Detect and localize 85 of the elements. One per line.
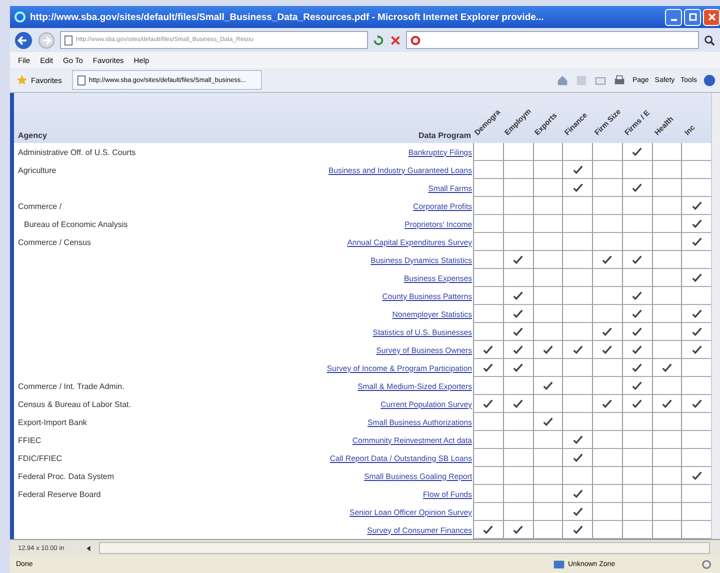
agency-cell-text: Commerce / Int. Trade Admin. [17, 380, 126, 392]
home-icon[interactable] [556, 74, 570, 86]
agency-cell-text: Bureau of Economic Analysis [23, 218, 129, 231]
column-header: Data Program [418, 131, 471, 142]
print-icon[interactable] [613, 74, 626, 86]
check-icon [692, 237, 702, 246]
agency-cell-text: Census & Bureau of Labor Stat. [17, 398, 132, 410]
check-icon [572, 507, 583, 516]
check-icon [513, 255, 524, 264]
search-icon[interactable] [703, 34, 716, 46]
check-icon [632, 183, 642, 192]
scrollbar[interactable] [99, 542, 710, 554]
check-icon [572, 183, 583, 192]
check-icon [692, 345, 702, 354]
agency-cell-text: Export-Import Bank [17, 416, 88, 429]
scroll-left-icon[interactable] [84, 544, 93, 552]
back-icon[interactable] [14, 30, 33, 50]
help-icon[interactable] [703, 74, 716, 86]
check-icon [513, 327, 524, 336]
check-icon [602, 327, 612, 336]
check-icon [632, 291, 642, 300]
agency-cell-text: Federal Proc. Data System [17, 470, 116, 483]
check-icon [662, 399, 672, 408]
minimize-icon [670, 19, 676, 21]
check-icon [602, 399, 612, 408]
agency-cell-text: Commerce / Census [17, 236, 92, 248]
check-icon [513, 363, 524, 372]
check-icon [692, 399, 702, 408]
check-icon [632, 381, 642, 390]
check-icon [542, 417, 553, 426]
check-icon [513, 345, 524, 354]
agency-cell-text: FFIEC [17, 434, 42, 446]
check-icon [692, 471, 702, 480]
check-icon [632, 399, 642, 408]
check-icon [692, 201, 702, 210]
check-icon [692, 309, 702, 318]
check-icon [632, 363, 642, 372]
check-icon [572, 453, 583, 462]
scrollbar[interactable] [711, 93, 720, 539]
close-icon [706, 12, 716, 22]
check-icon [572, 489, 583, 498]
check-icon [513, 525, 524, 534]
page-icon [64, 34, 73, 46]
agency-cell-text: FDIC/FFIEC [17, 452, 63, 464]
check-icon [632, 345, 642, 354]
refresh-icon[interactable] [372, 34, 385, 46]
check-icon [572, 435, 583, 444]
check-icon [513, 309, 524, 318]
check-icon [483, 363, 494, 372]
check-icon [692, 327, 702, 336]
check-icon [542, 381, 553, 390]
check-icon [572, 165, 583, 174]
search-engine-icon [410, 34, 421, 46]
check-icon [602, 345, 612, 354]
agency-cell-text: Federal Reserve Board [17, 488, 102, 500]
check-icon [602, 255, 612, 264]
search-field[interactable] [406, 31, 699, 49]
page-icon [76, 74, 86, 86]
window-title: http://www.sba.gov/sites/default/files/Small_Business_Data_Resources.pdf - Microsoft Internet Explorer provide... [30, 12, 545, 22]
check-icon [572, 345, 583, 354]
agency-cell-text: Commerce / [17, 200, 63, 212]
check-icon [513, 291, 524, 300]
star-icon [16, 74, 28, 86]
check-icon [632, 147, 642, 156]
check-icon [572, 525, 583, 534]
close-button[interactable] [703, 8, 720, 26]
check-icon [542, 345, 553, 354]
stop-icon[interactable] [389, 34, 402, 46]
browser-logo-icon [14, 11, 26, 23]
check-icon [483, 345, 494, 354]
column-header: Agency [17, 131, 48, 142]
agency-cell-text: Administrative Off. of U.S. Courts [17, 146, 137, 158]
check-icon [632, 327, 642, 336]
check-icon [483, 399, 494, 408]
check-icon [632, 255, 642, 264]
check-icon [632, 309, 642, 318]
maximize-icon [688, 12, 698, 22]
check-icon [692, 273, 702, 282]
check-icon [483, 525, 494, 534]
agency-cell-text: Agriculture [17, 164, 58, 177]
minimize-button[interactable] [665, 8, 682, 26]
check-icon [662, 363, 672, 372]
maximize-button[interactable] [684, 8, 701, 26]
check-icon [692, 219, 702, 228]
check-icon [513, 399, 524, 408]
